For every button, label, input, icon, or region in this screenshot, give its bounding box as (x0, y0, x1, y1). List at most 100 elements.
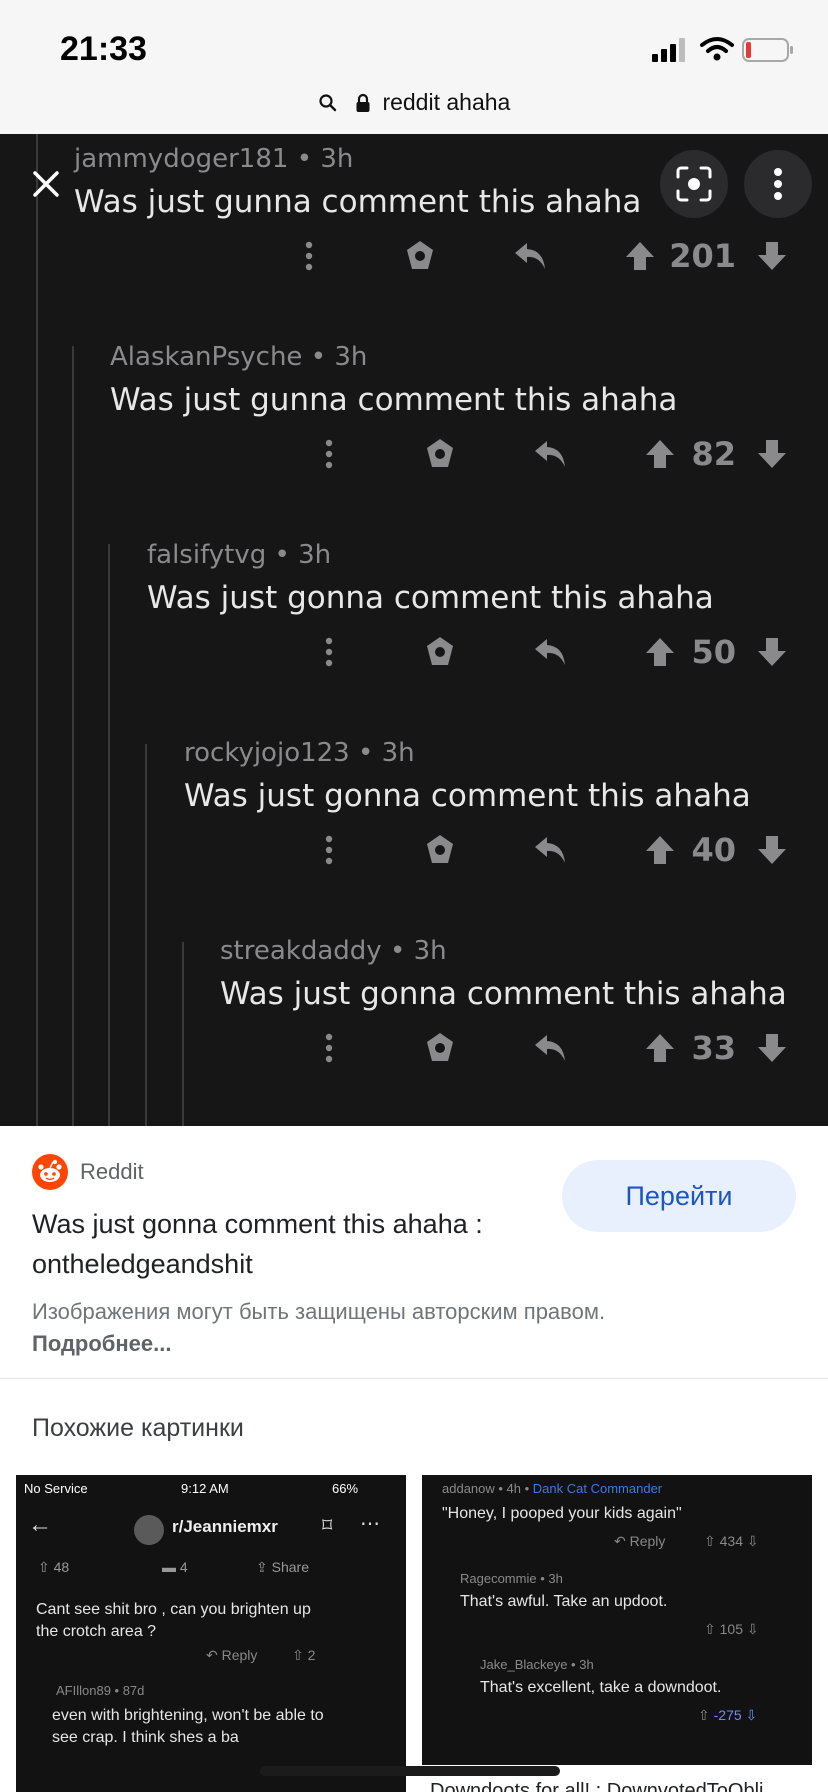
upvote-arrow-icon (646, 1034, 674, 1062)
comment-author[interactable]: streakdaddy (220, 936, 382, 966)
downvote-button[interactable] (750, 1026, 794, 1070)
reply-icon (535, 441, 565, 467)
source[interactable]: Reddit (32, 1154, 144, 1190)
visit-button[interactable]: Перейти (562, 1160, 796, 1232)
comment-text: Was just gunna comment this ahaha (110, 382, 678, 418)
downvote-arrow-icon (758, 1034, 786, 1062)
upvote-arrow-icon (646, 638, 674, 666)
award-button[interactable] (418, 828, 462, 872)
reply-icon (535, 837, 565, 863)
comment: jammydoger181 • 3h Was just gunna commen… (74, 144, 828, 220)
comment-text: Was just gonna comment this ahaha (184, 778, 751, 814)
score: 33 (691, 1029, 736, 1067)
comment-author[interactable]: rockyjojo123 (184, 738, 350, 768)
share-icon: ⇪ (256, 1559, 268, 1575)
address-bar[interactable]: reddit ahaha (0, 88, 828, 116)
more-button[interactable] (314, 1026, 344, 1070)
comment-actions: 50 (0, 630, 828, 674)
comment-author[interactable]: jammydoger181 (74, 144, 288, 174)
comment: falsifytvg • 3h Was just gonna comment t… (147, 540, 828, 616)
comment-age: 3h (320, 144, 354, 174)
reply-button[interactable] (528, 1026, 572, 1070)
image-title[interactable]: Was just gonna comment this ahaha : onth… (32, 1204, 532, 1284)
downvote-button[interactable] (750, 630, 794, 674)
more-button[interactable] (314, 828, 344, 872)
comment-text: Was just gonna comment this ahaha (147, 580, 714, 616)
similar-image-thumbnail[interactable]: No Service 9:12 AM 66% ← r/Jeanniemxr ⌑ … (16, 1475, 406, 1792)
reply-icon (515, 243, 545, 269)
image-viewer: jammydoger181 • 3h Was just gunna commen… (0, 134, 828, 1126)
comment: AlaskanPsyche • 3h Was just gunna commen… (110, 342, 828, 418)
reply-button[interactable] (528, 630, 572, 674)
vertical-dots-icon (325, 1033, 333, 1063)
score: 50 (691, 633, 736, 671)
award-button[interactable] (418, 1026, 462, 1070)
downvote-arrow-icon: ⇩ (746, 1621, 759, 1637)
score: 40 (691, 831, 736, 869)
comment-age: 3h (413, 936, 447, 966)
learn-more-link[interactable]: Подробнее... (32, 1331, 172, 1356)
reply-button[interactable] (528, 432, 572, 476)
comment-age: 3h (298, 540, 332, 570)
upvote-arrow-icon: ⇧ (698, 1707, 710, 1723)
cellular-signal-icon (652, 38, 685, 62)
downvote-button[interactable] (750, 432, 794, 476)
close-icon (33, 171, 59, 197)
upvote-button[interactable] (638, 1026, 682, 1070)
comment-author[interactable]: AlaskanPsyche (110, 342, 302, 372)
vertical-dots-icon (325, 835, 333, 865)
comment-text: Was just gunna comment this ahaha (74, 184, 642, 220)
score: 201 (669, 237, 736, 275)
upvote-arrow-icon: ⇧ (292, 1647, 304, 1663)
similar-image-caption[interactable]: Downdoots for all! : DownvotedToObli (430, 1780, 764, 1792)
lock-icon (356, 93, 370, 112)
comment-actions: 40 (0, 828, 828, 872)
award-icon (427, 835, 453, 863)
comment-age: 3h (334, 342, 368, 372)
vertical-dots-icon (325, 637, 333, 667)
divider (0, 1378, 828, 1379)
battery-icon (742, 38, 793, 62)
downvote-button[interactable] (750, 828, 794, 872)
more-button[interactable] (294, 234, 324, 278)
comment-actions: 33 (0, 1026, 828, 1070)
comment-meta: AlaskanPsyche • 3h (110, 342, 368, 372)
award-button[interactable] (418, 432, 462, 476)
comment-actions: 201 (0, 234, 828, 278)
reddit-logo-icon (32, 1154, 68, 1190)
comment-author[interactable]: falsifytvg (147, 540, 266, 570)
more-button[interactable] (314, 630, 344, 674)
downvote-arrow-icon: ⇩ (746, 1533, 759, 1549)
status-bar: 21:33 reddit ahaha (0, 0, 828, 134)
comment-age: 3h (381, 738, 415, 768)
vertical-dots-icon (305, 241, 313, 271)
close-button[interactable] (22, 160, 70, 208)
upvote-button[interactable] (638, 432, 682, 476)
comment-actions: 82 (0, 432, 828, 476)
score: 82 (691, 435, 736, 473)
search-icon (319, 94, 336, 112)
similar-image-thumbnail[interactable]: addanow • 4h • Dank Cat Commander "Honey… (422, 1475, 812, 1765)
reply-button[interactable] (528, 828, 572, 872)
downvote-arrow-icon (758, 440, 786, 468)
wifi-icon (700, 37, 734, 61)
comment: rockyjojo123 • 3h Was just gonna comment… (184, 738, 828, 814)
similar-images-heading: Похожие картинки (32, 1414, 244, 1442)
comment-text: Was just gonna comment this ahaha (220, 976, 787, 1012)
award-button[interactable] (398, 234, 442, 278)
home-indicator (260, 1766, 560, 1776)
upvote-button[interactable] (638, 630, 682, 674)
comment-icon: ▬ (162, 1559, 176, 1575)
reply-icon (535, 1035, 565, 1061)
comment-meta: jammydoger181 • 3h (74, 144, 354, 174)
image-info-panel: Reddit Was just gonna comment this ahaha… (0, 1126, 828, 1378)
copyright-notice: Изображения могут быть защищены авторски… (32, 1299, 606, 1356)
award-button[interactable] (418, 630, 462, 674)
upvote-button[interactable] (618, 234, 662, 278)
more-button[interactable] (314, 432, 344, 476)
upvote-button[interactable] (638, 828, 682, 872)
upvote-arrow-icon: ⇧ (704, 1533, 716, 1549)
reply-button[interactable] (508, 234, 552, 278)
downvote-button[interactable] (750, 234, 794, 278)
comment-meta: falsifytvg • 3h (147, 540, 332, 570)
